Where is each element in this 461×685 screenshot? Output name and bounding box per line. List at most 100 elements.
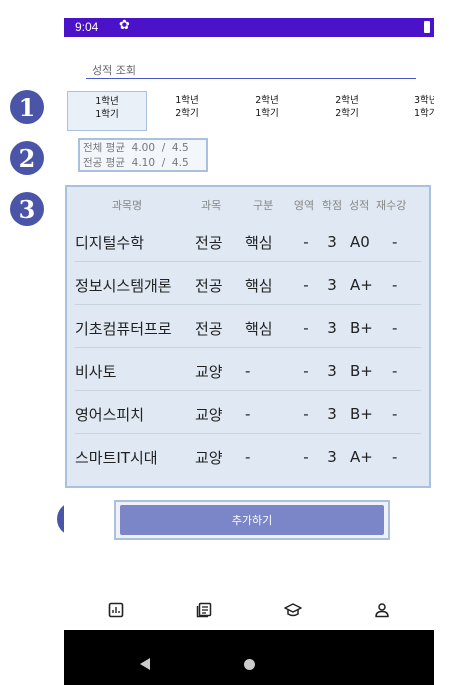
home-icon[interactable]	[244, 659, 255, 670]
tab-semester-2-1[interactable]: 2학년 1학기	[227, 91, 307, 131]
page-title: 성적 조회	[92, 64, 136, 77]
table-row[interactable]: 스마트IT시대 교양 - - 3 A+ -	[67, 438, 429, 476]
subject-name: 비사토	[75, 362, 117, 381]
subject-grade: B+	[350, 362, 373, 380]
subject-category: -	[245, 448, 251, 466]
subject-credit: 3	[327, 276, 337, 294]
annotation-badge-1: 1	[10, 90, 44, 124]
title-underline	[86, 78, 416, 79]
phone-screen: 9:04 ✿ 성적 조회 1학년 1학기 1학년 2학기 2학년 1학기 2학년…	[64, 18, 434, 685]
subject-retake: -	[392, 448, 398, 466]
subject-retake: -	[392, 405, 398, 423]
header-retake: 재수강	[376, 199, 407, 212]
status-bar: 9:04 ✿	[64, 18, 434, 37]
add-button[interactable]: 추가하기	[120, 505, 384, 535]
back-icon[interactable]	[140, 658, 150, 670]
subject-type: 교양	[195, 405, 223, 424]
subject-type: 전공	[195, 276, 223, 295]
system-navigation-bar	[64, 630, 434, 685]
nav-chart[interactable]	[104, 598, 128, 622]
row-divider	[75, 347, 421, 348]
subject-grade: A+	[350, 276, 373, 294]
subject-category: 핵심	[245, 276, 273, 295]
subject-name: 영어스피치	[75, 405, 145, 424]
subject-credit: 3	[327, 319, 337, 337]
subject-type: 교양	[195, 362, 223, 381]
header-credit: 학점	[321, 199, 343, 212]
row-divider	[75, 304, 421, 305]
bottom-navigation	[64, 586, 434, 630]
subject-credit: 3	[327, 362, 337, 380]
row-divider	[75, 261, 421, 262]
table-row[interactable]: 기초컴퓨터프로 전공 핵심 - 3 B+ -	[67, 309, 429, 348]
subject-area: -	[303, 362, 309, 380]
user-icon	[375, 603, 389, 618]
chart-icon	[108, 602, 124, 618]
row-divider	[75, 433, 421, 434]
list-icon	[196, 602, 212, 618]
subject-grade: B+	[350, 405, 373, 423]
subject-type: 전공	[195, 233, 223, 252]
header-type: 과목	[201, 199, 222, 212]
subject-area: -	[303, 319, 309, 337]
subject-area: -	[303, 405, 309, 423]
average-summary: 전체 평균 4.00 / 4.5 전공 평균 4.10 / 4.5	[78, 138, 208, 172]
subject-retake: -	[392, 233, 398, 251]
annotation-badge-2: 2	[10, 141, 44, 175]
tab-year-label: 1학년	[95, 96, 119, 107]
tab-semester-3-1[interactable]: 3학년 1학기	[387, 91, 434, 131]
tab-term-label: 1학기	[414, 108, 434, 119]
table-header: 과목명 과목 구분 영역 학점 성적 재수강	[67, 187, 429, 223]
subject-category: 핵심	[245, 319, 273, 338]
subject-type: 교양	[195, 448, 223, 467]
subject-retake: -	[392, 276, 398, 294]
subject-retake: -	[392, 362, 398, 380]
tab-year-label: 1학년	[175, 95, 199, 106]
grades-table: 과목명 과목 구분 영역 학점 성적 재수강 디지털수학 전공 핵심 - 3 A…	[65, 185, 431, 488]
subject-category: 핵심	[245, 233, 273, 252]
major-average: 전공 평균 4.10 / 4.5	[83, 157, 189, 169]
add-button-container: 추가하기	[114, 500, 390, 540]
subject-name: 정보시스템개론	[75, 276, 172, 295]
tab-semester-1-1[interactable]: 1학년 1학기	[67, 91, 147, 131]
header-category: 구분	[253, 199, 274, 212]
annotation-badge-3: 3	[10, 192, 44, 226]
subject-area: -	[303, 233, 309, 251]
tab-term-label: 1학기	[255, 108, 279, 119]
tab-term-label: 1학기	[95, 109, 119, 120]
tab-term-label: 2학기	[175, 108, 199, 119]
subject-name: 기초컴퓨터프로	[75, 319, 172, 338]
tab-year-label: 2학년	[335, 95, 359, 106]
row-divider	[75, 390, 421, 391]
tab-term-label: 2학기	[335, 108, 359, 119]
header-name: 과목명	[111, 199, 143, 212]
table-row[interactable]: 디지털수학 전공 핵심 - 3 A0 -	[67, 223, 429, 262]
table-row[interactable]: 영어스피치 교양 - - 3 B+ -	[67, 395, 429, 434]
gear-icon: ✿	[119, 18, 130, 33]
battery-icon	[424, 21, 430, 33]
subject-category: -	[245, 405, 251, 423]
subject-grade: A+	[350, 448, 373, 466]
header-grade: 성적	[349, 199, 370, 212]
nav-profile[interactable]	[370, 598, 394, 622]
subject-name: 스마트IT시대	[75, 448, 158, 467]
table-row[interactable]: 정보시스템개론 전공 핵심 - 3 A+ -	[67, 266, 429, 305]
subject-name: 디지털수학	[75, 233, 145, 252]
status-time: 9:04	[75, 20, 99, 34]
header-area: 영역	[293, 199, 315, 212]
total-average: 전체 평균 4.00 / 4.5	[83, 142, 189, 154]
tab-year-label: 2학년	[255, 95, 279, 106]
subject-area: -	[303, 276, 309, 294]
tab-semester-2-2[interactable]: 2학년 2학기	[307, 91, 387, 131]
nav-list[interactable]	[192, 598, 216, 622]
semester-tabs: 1학년 1학기 1학년 2학기 2학년 1학기 2학년 2학기 3학년 1학기	[64, 91, 434, 131]
nav-graduation[interactable]	[281, 598, 305, 622]
subject-credit: 3	[327, 405, 337, 423]
subject-grade: B+	[350, 319, 373, 337]
table-row[interactable]: 비사토 교양 - - 3 B+ -	[67, 352, 429, 391]
subject-credit: 3	[327, 233, 337, 251]
subject-category: -	[245, 362, 251, 380]
tab-semester-1-2[interactable]: 1학년 2학기	[147, 91, 227, 131]
subject-type: 전공	[195, 319, 223, 338]
tab-year-label: 3학년	[414, 95, 434, 106]
